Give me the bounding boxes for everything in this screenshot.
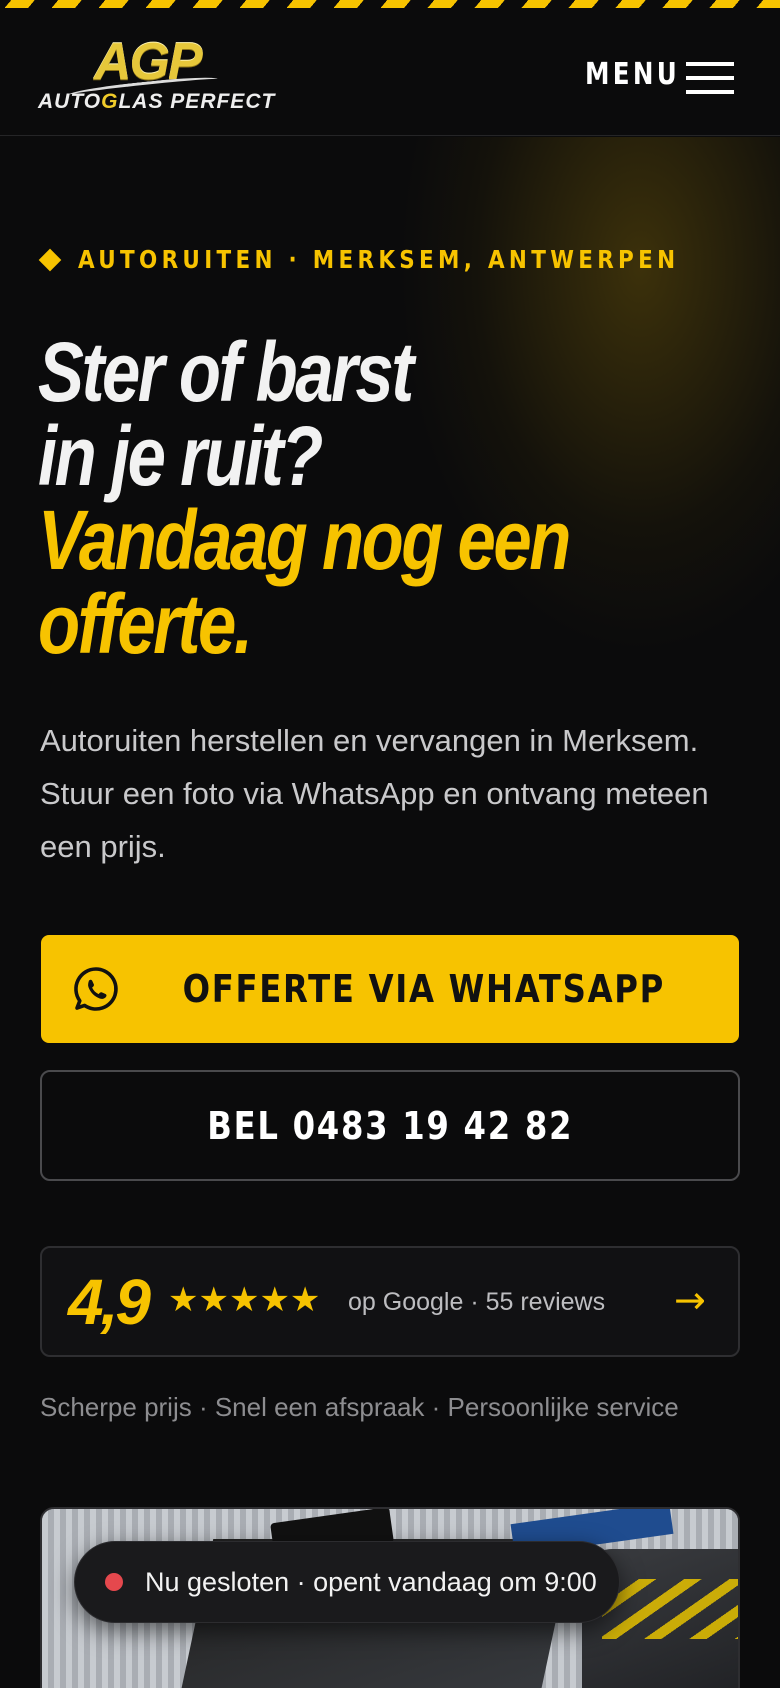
- hamburger-icon[interactable]: [686, 62, 734, 96]
- logo-brand: AUTOGLAS PERFECT: [38, 90, 275, 114]
- rating-info: op Google · 55 reviews: [348, 1288, 606, 1316]
- whatsapp-button-label: OFFERTE VIA WHATSAPP: [182, 967, 666, 1011]
- hamburger-line: [686, 62, 734, 66]
- headline-line-1: Ster of barst: [38, 325, 414, 419]
- rating-stars: ★★★★★: [168, 1280, 321, 1320]
- whatsapp-icon: [74, 967, 118, 1011]
- eyebrow: AUTORUITEN · MERKSEM, ANTWERPEN: [38, 245, 777, 275]
- status-text: Nu gesloten · opent vandaag om 9:00: [145, 1566, 597, 1597]
- call-button-label: BEL 0483 19 42 82: [207, 1103, 573, 1148]
- diamond-icon: [38, 248, 62, 272]
- site-header: AGP AUTOGLAS PERFECT MENU: [0, 8, 780, 136]
- hero-headline: Ster of barst in je ruit? Vandaag nog ee…: [38, 330, 738, 666]
- logo-brand-part-a: AUTO: [38, 90, 102, 113]
- headline-line-4: offerte.: [38, 577, 253, 671]
- hero-lead: Autoruiten herstellen en vervangen in Me…: [40, 723, 709, 864]
- logo[interactable]: AGP AUTOGLAS PERFECT: [38, 36, 288, 120]
- opening-status-pill: Nu gesloten · opent vandaag om 9:00: [74, 1541, 620, 1623]
- rating-score: 4,9: [68, 1266, 151, 1338]
- logo-brand-part-b: LAS PERFECT: [118, 90, 276, 113]
- whatsapp-quote-button[interactable]: OFFERTE VIA WHATSAPP: [41, 935, 739, 1043]
- menu-label[interactable]: MENU: [585, 58, 680, 92]
- headline-line-3: Vandaag nog een: [38, 493, 571, 587]
- headline-line-2: in je ruit?: [38, 409, 323, 503]
- arrow-right-icon: →: [674, 1278, 706, 1322]
- status-dot: [105, 1573, 123, 1591]
- hamburger-line: [686, 76, 734, 80]
- call-button[interactable]: BEL 0483 19 42 82: [40, 1070, 740, 1181]
- photo-van-graphic: [602, 1579, 738, 1639]
- google-rating-card[interactable]: 4,9 ★★★★★ op Google · 55 reviews →: [40, 1246, 740, 1357]
- logo-brand-part-g: G: [101, 90, 119, 113]
- hamburger-line: [686, 90, 734, 94]
- perks-line: Scherpe prijs · Snel een afspraak · Pers…: [40, 1392, 679, 1422]
- hazard-stripe: [0, 0, 780, 8]
- eyebrow-text: AUTORUITEN · MERKSEM, ANTWERPEN: [78, 245, 680, 274]
